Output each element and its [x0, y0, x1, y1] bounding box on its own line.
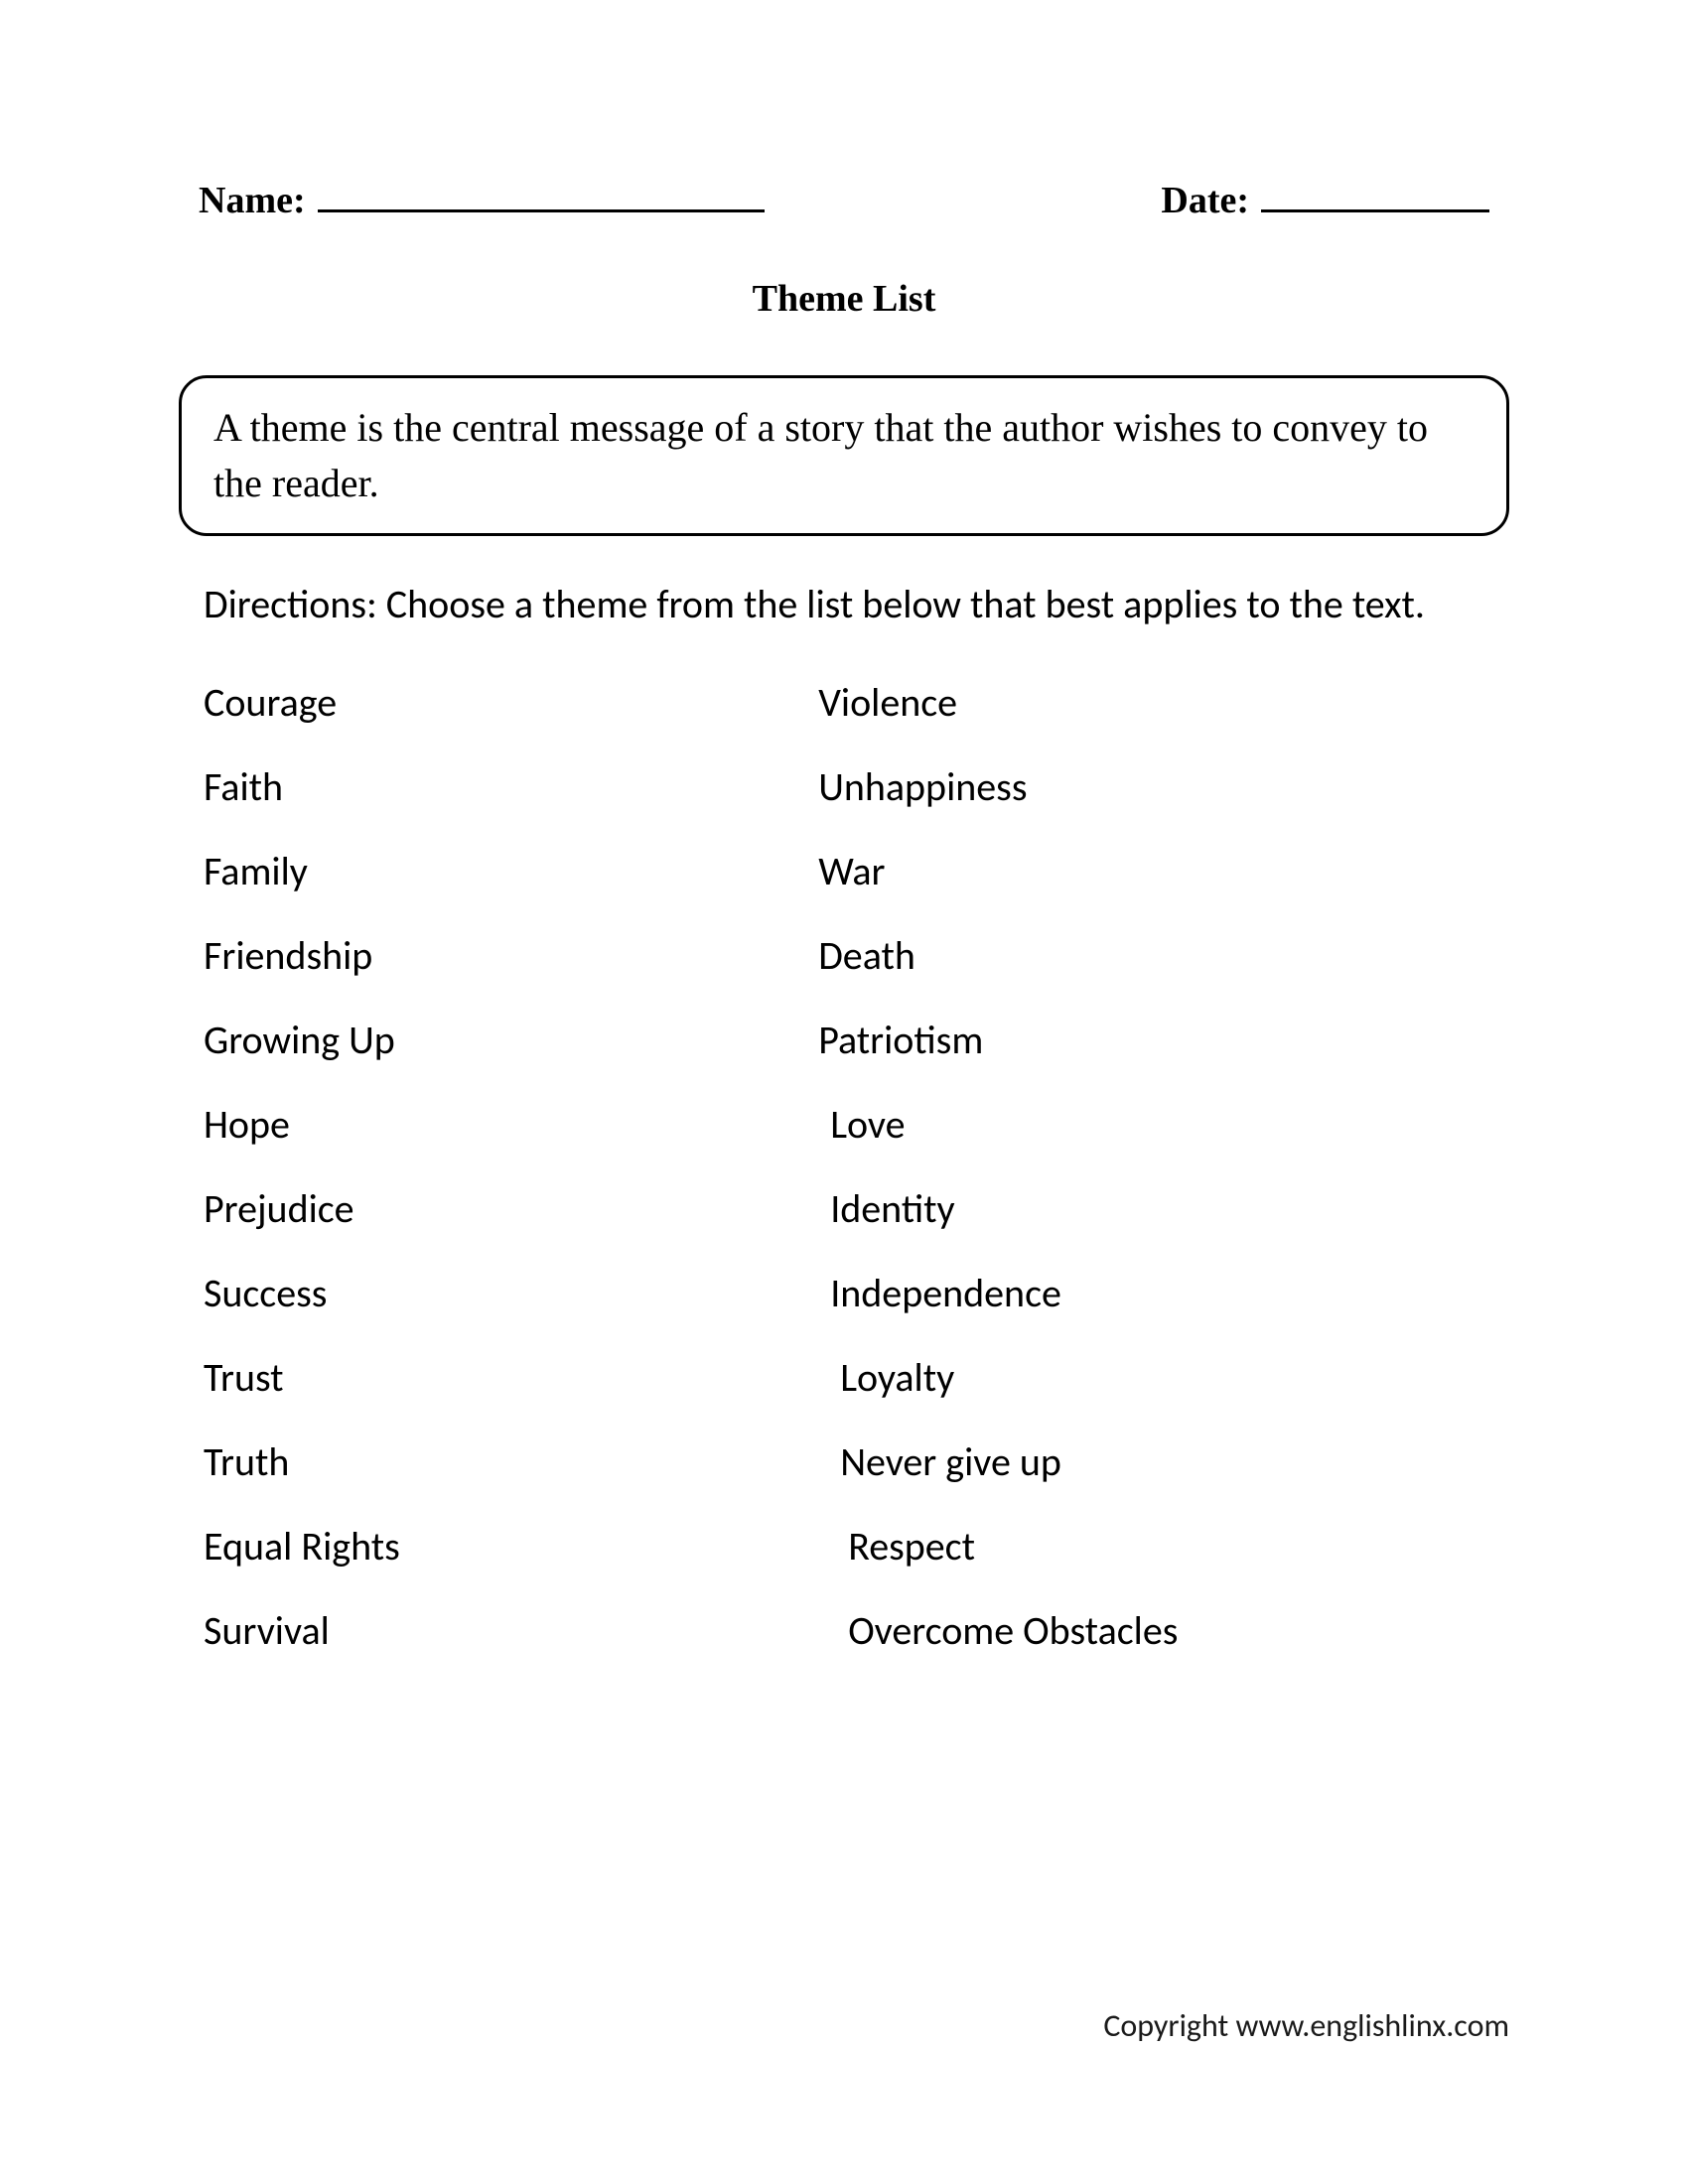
directions-text: Directions: Choose a theme from the list…: [204, 576, 1484, 633]
worksheet-page: Name: Date: Theme List A theme is the ce…: [0, 0, 1688, 1775]
date-label: Date:: [1161, 179, 1249, 222]
worksheet-title: Theme List: [149, 277, 1539, 321]
date-field: Date:: [1161, 179, 1489, 222]
theme-columns: Courage Faith Family Friendship Growing …: [204, 683, 1484, 1696]
theme-item: Overcome Obstacles: [818, 1611, 1484, 1651]
theme-item: Love: [818, 1105, 1484, 1145]
theme-item: Truth: [204, 1442, 818, 1482]
theme-column-left: Courage Faith Family Friendship Growing …: [204, 683, 818, 1696]
theme-item: Friendship: [204, 936, 818, 976]
theme-item: Death: [818, 936, 1484, 976]
theme-item: Faith: [204, 767, 818, 807]
theme-item: Hope: [204, 1105, 818, 1145]
theme-item: Patriotism: [818, 1021, 1484, 1060]
theme-column-right: Violence Unhappiness War Death Patriotis…: [818, 683, 1484, 1696]
name-field: Name:: [199, 179, 765, 222]
theme-item: Identity: [818, 1189, 1484, 1229]
theme-item: Equal Rights: [204, 1527, 818, 1567]
theme-item: Prejudice: [204, 1189, 818, 1229]
theme-item: Loyalty: [818, 1358, 1484, 1398]
theme-item: War: [818, 852, 1484, 891]
name-blank-line[interactable]: [318, 181, 765, 212]
definition-box: A theme is the central message of a stor…: [179, 375, 1509, 536]
copyright-text: Copyright www.englishlinx.com: [1103, 2006, 1509, 2045]
theme-item: Independence: [818, 1274, 1484, 1313]
name-label: Name:: [199, 179, 306, 222]
theme-item: Success: [204, 1274, 818, 1313]
theme-item: Growing Up: [204, 1021, 818, 1060]
header-row: Name: Date:: [149, 179, 1539, 222]
theme-item: Courage: [204, 683, 818, 723]
theme-item: Violence: [818, 683, 1484, 723]
theme-item: Survival: [204, 1611, 818, 1651]
date-blank-line[interactable]: [1261, 181, 1489, 212]
theme-item: Unhappiness: [818, 767, 1484, 807]
theme-item: Family: [204, 852, 818, 891]
theme-item: Trust: [204, 1358, 818, 1398]
theme-item: Respect: [818, 1527, 1484, 1567]
theme-item: Never give up: [818, 1442, 1484, 1482]
